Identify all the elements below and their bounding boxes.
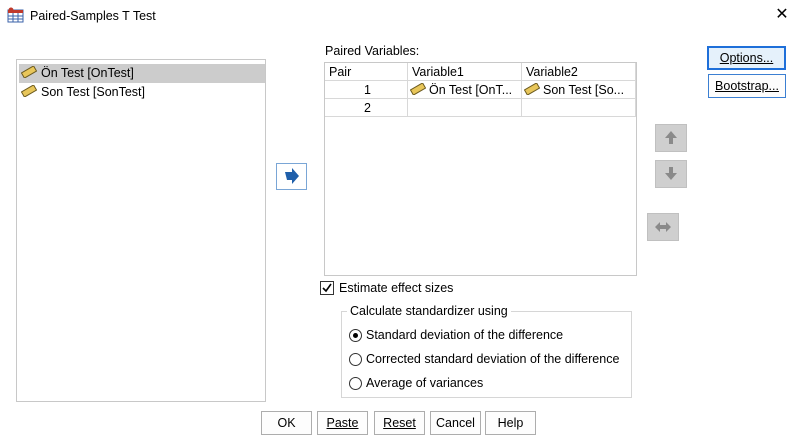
close-icon[interactable]: ✕ [770, 4, 794, 28]
source-variable-list[interactable]: Ön Test [OnTest] Son Test [SonTest] [16, 59, 266, 402]
arrow-right-icon [285, 168, 299, 184]
radio-label: Average of variances [366, 376, 484, 390]
arrow-up-icon [665, 131, 677, 144]
radio-label: Standard deviation of the difference [366, 328, 564, 342]
table-cell-pair[interactable]: 1 [325, 81, 408, 99]
window-title: Paired-Samples T Test [30, 9, 156, 23]
table-cell-variable1[interactable] [408, 99, 522, 117]
list-item[interactable]: Son Test [SonTest] [19, 83, 145, 102]
radio-standard-deviation[interactable] [349, 329, 362, 342]
arrow-down-icon [665, 167, 677, 180]
ruler-icon [524, 83, 540, 95]
app-icon [7, 7, 24, 23]
column-header-variable2: Variable2 [522, 63, 636, 81]
table-cell-variable2[interactable] [522, 99, 636, 117]
list-item[interactable]: Ön Test [OnTest] [19, 64, 265, 83]
paste-button[interactable]: Paste [317, 411, 368, 435]
move-to-pairs-button[interactable] [276, 163, 307, 190]
table-cell-variable2[interactable]: Son Test [So... [522, 81, 636, 99]
column-header-pair: Pair [325, 63, 408, 81]
ok-button[interactable]: OK [261, 411, 312, 435]
move-up-button[interactable] [655, 124, 687, 152]
move-down-button[interactable] [655, 160, 687, 188]
ruler-icon [21, 66, 37, 78]
estimate-effect-sizes-label: Estimate effect sizes [339, 281, 454, 295]
paired-variables-grid[interactable]: Pair Variable1 Variable2 1 Ön Test [OnT.… [324, 62, 637, 276]
table-cell-variable1[interactable]: Ön Test [OnT... [408, 81, 522, 99]
list-item-label: Ön Test [OnTest] [41, 66, 134, 80]
reset-button[interactable]: Reset [374, 411, 425, 435]
table-cell-pair[interactable]: 2 [325, 99, 408, 117]
estimate-effect-sizes-checkbox[interactable] [320, 281, 334, 295]
paired-variables-label: Paired Variables: [325, 44, 420, 58]
swap-icon [655, 222, 671, 232]
radio-average-of-variances[interactable] [349, 377, 362, 390]
checkmark-icon [322, 283, 332, 293]
ruler-icon [21, 85, 37, 97]
cancel-button[interactable]: Cancel [430, 411, 481, 435]
list-item-label: Son Test [SonTest] [41, 85, 145, 99]
column-header-variable1: Variable1 [408, 63, 522, 81]
swap-button[interactable] [647, 213, 679, 241]
radio-selected-dot [353, 333, 358, 338]
standardizer-group-title: Calculate standardizer using [347, 304, 511, 318]
options-button[interactable]: Options... [707, 46, 786, 70]
radio-label: Corrected standard deviation of the diff… [366, 352, 620, 366]
bootstrap-button[interactable]: Bootstrap... [708, 74, 786, 98]
ruler-icon [410, 83, 426, 95]
radio-corrected-standard-deviation[interactable] [349, 353, 362, 366]
title-bar: Paired-Samples T Test ✕ [0, 0, 798, 32]
help-button[interactable]: Help [485, 411, 536, 435]
